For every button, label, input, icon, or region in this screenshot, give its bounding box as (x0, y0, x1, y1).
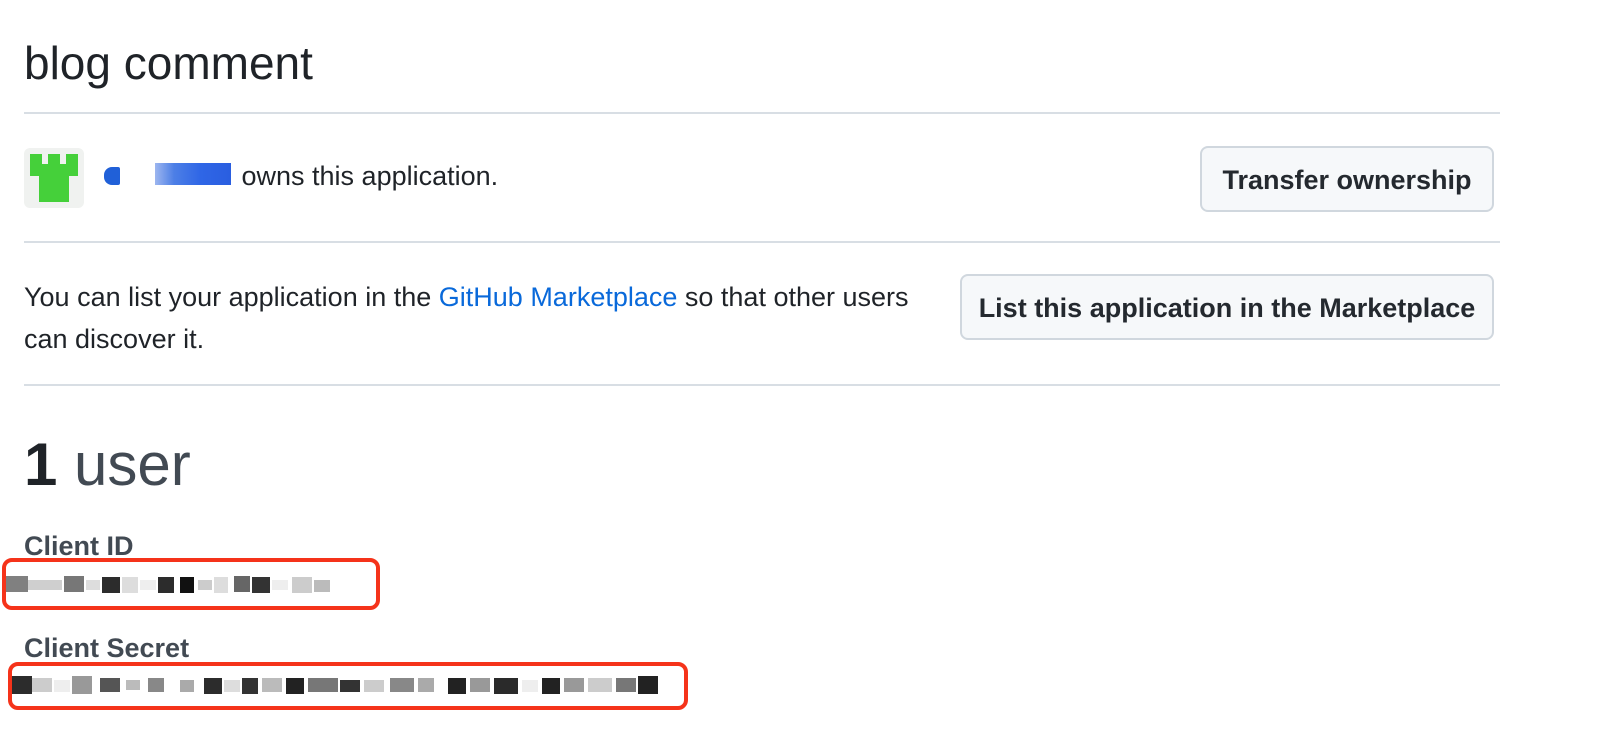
redacted-mask (155, 163, 231, 185)
redacted-mask (104, 167, 120, 185)
owner-statement: owns this application. (102, 159, 498, 193)
client-secret-label: Client Secret (24, 633, 190, 663)
owner-link[interactable] (102, 161, 234, 189)
client-secret-value-redacted[interactable] (8, 666, 668, 706)
divider (24, 384, 1500, 386)
divider (24, 241, 1500, 243)
user-count: 1 (24, 431, 58, 498)
user-count-heading: 1 user (24, 432, 191, 498)
owner-text: owns this application. (234, 161, 499, 191)
marketplace-text-before: You can list your application in the (24, 282, 439, 312)
client-id-highlight (2, 558, 380, 610)
github-marketplace-link[interactable]: GitHub Marketplace (439, 282, 678, 312)
client-secret-highlight (8, 662, 688, 710)
client-id-value-redacted[interactable] (2, 562, 362, 606)
page-title: blog comment (24, 37, 313, 89)
marketplace-description: You can list your application in the Git… (24, 276, 924, 360)
user-count-label: user (57, 431, 191, 498)
divider (24, 112, 1500, 114)
list-in-marketplace-button[interactable]: List this application in the Marketplace (960, 274, 1494, 340)
identicon-icon[interactable] (24, 148, 84, 208)
transfer-ownership-button[interactable]: Transfer ownership (1200, 146, 1494, 212)
